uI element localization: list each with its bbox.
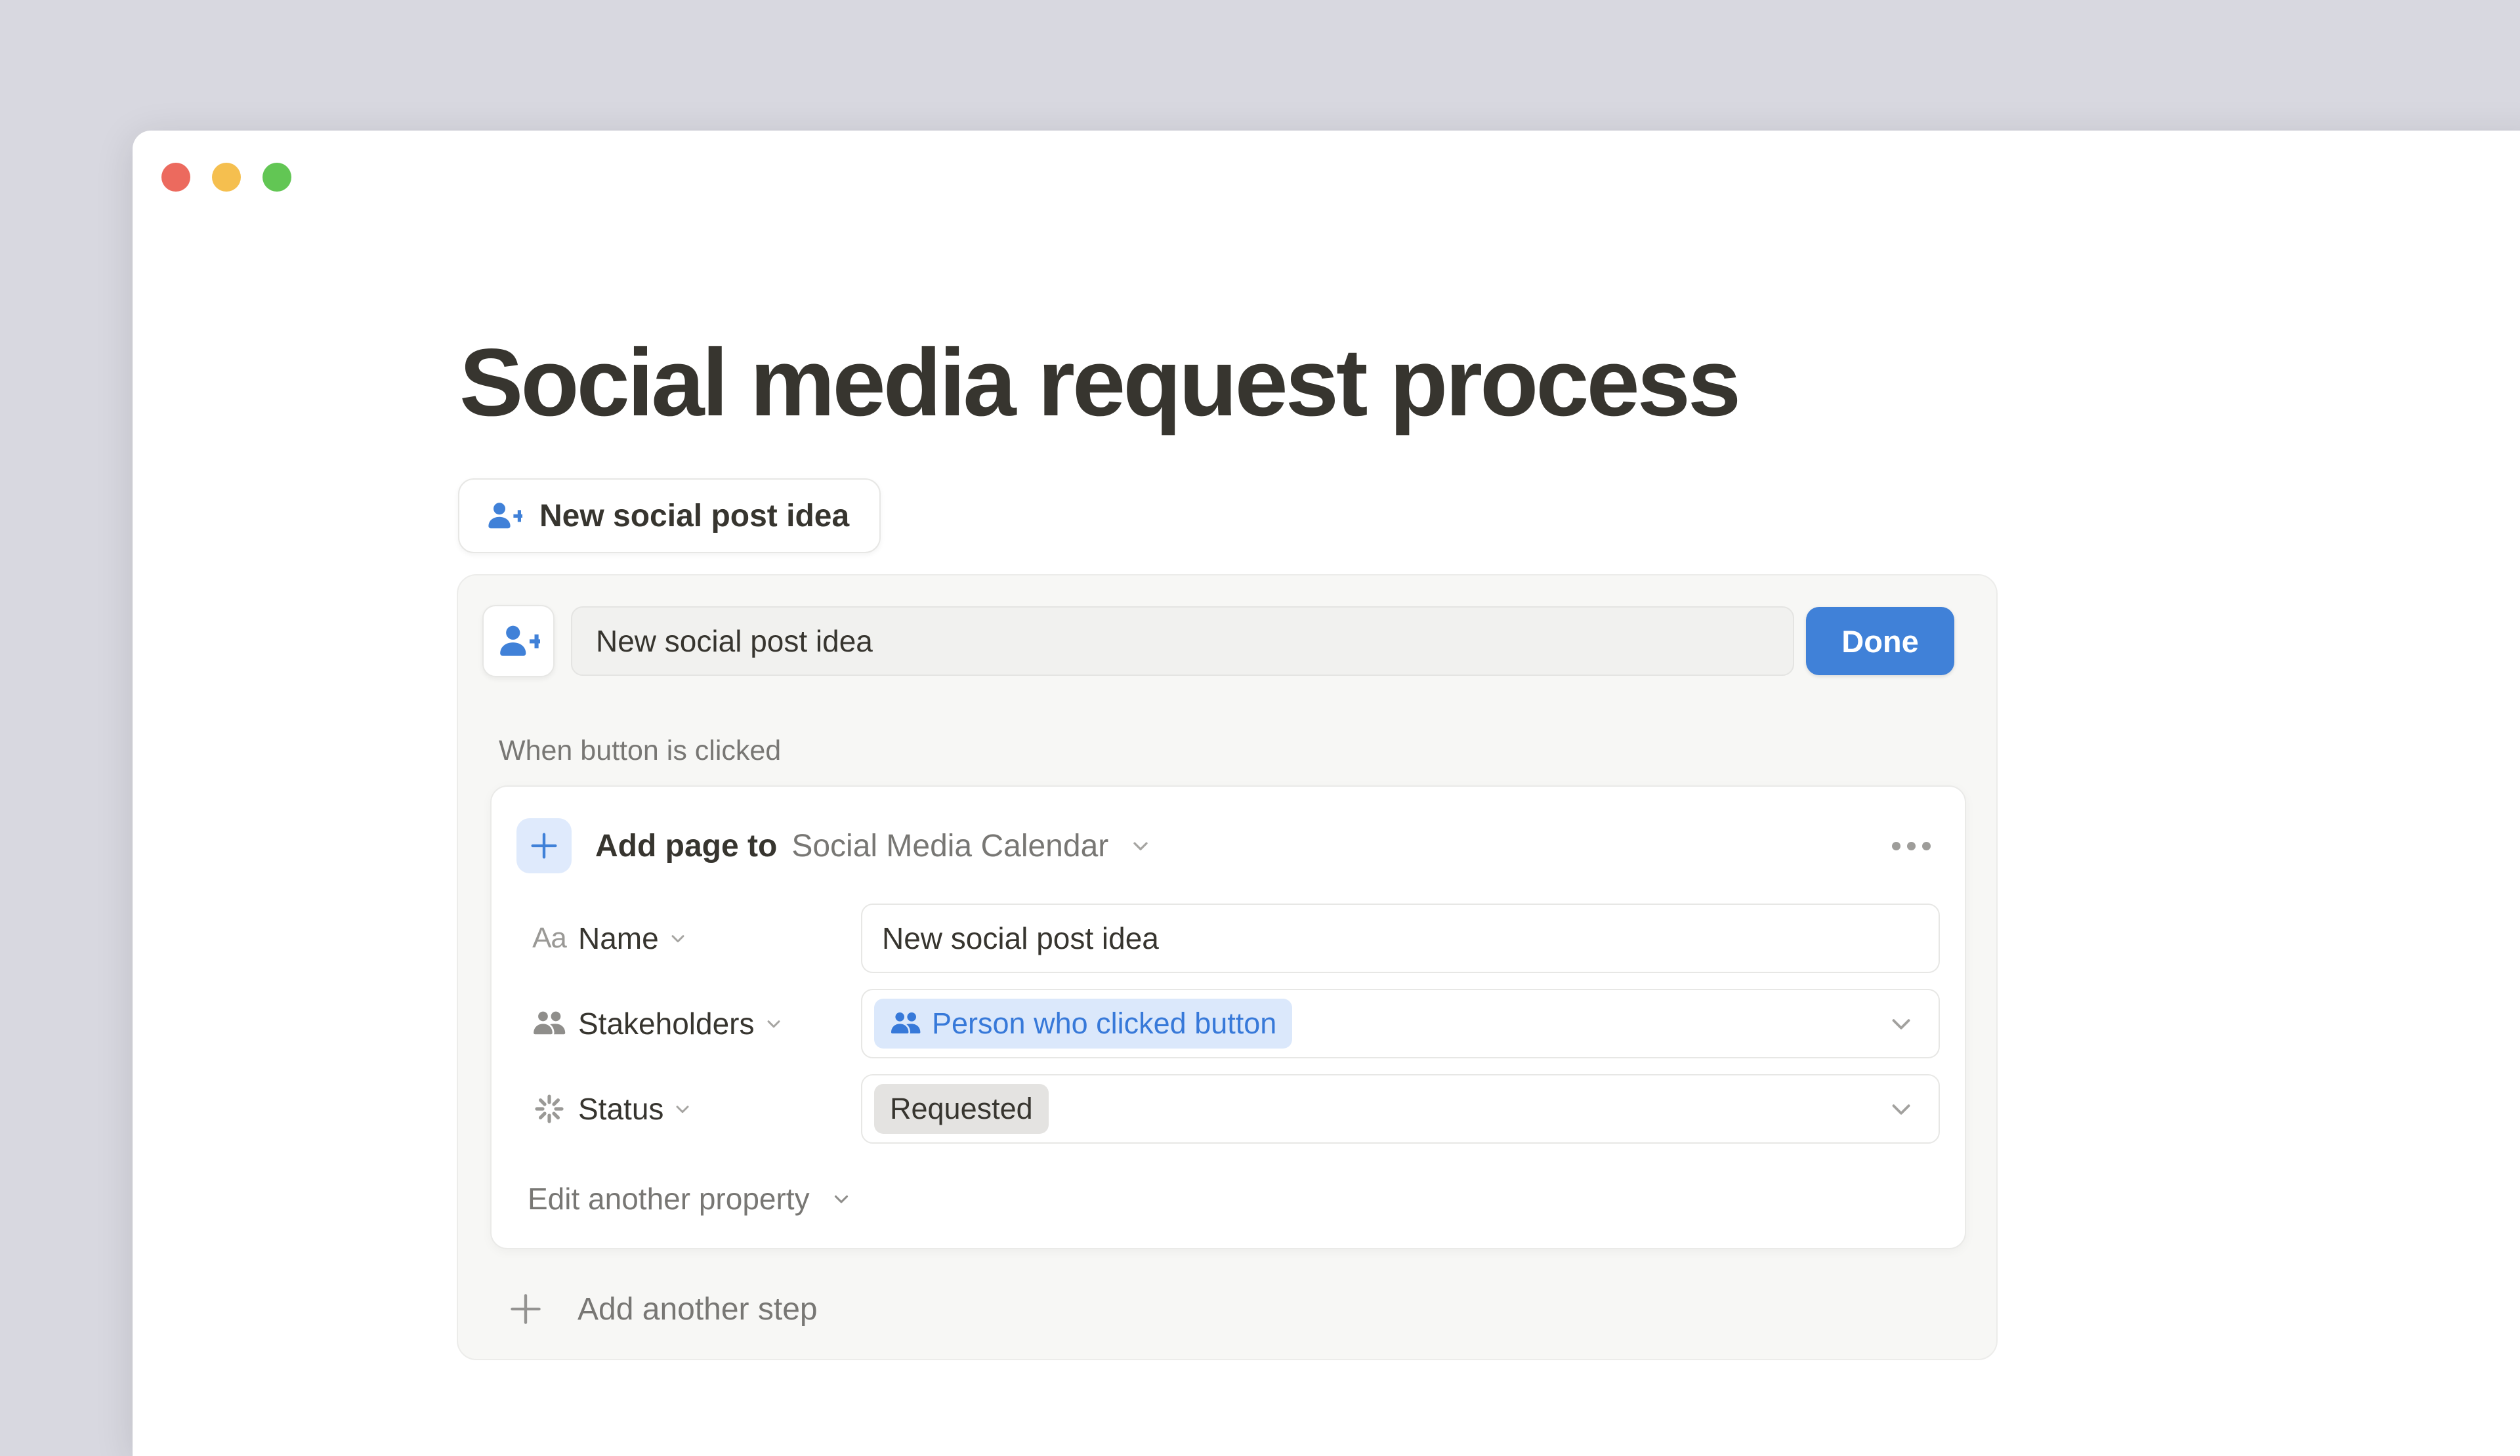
step-header: Add page to Social Media Calendar bbox=[516, 818, 1940, 873]
property-selector-stakeholders[interactable]: Stakeholders bbox=[531, 1006, 861, 1041]
name-value-input[interactable] bbox=[874, 921, 1880, 956]
app-window: Social media request process New social … bbox=[133, 131, 2520, 1456]
close-button[interactable] bbox=[161, 163, 190, 192]
trigger-caption: When button is clicked bbox=[499, 735, 1966, 769]
page-title: Social media request process bbox=[459, 327, 1738, 438]
target-database-label: Social Media Calendar bbox=[791, 828, 1108, 864]
chevron-down-icon bbox=[672, 1098, 693, 1119]
property-selector-status[interactable]: Status bbox=[531, 1091, 861, 1127]
automation-step-card: Add page to Social Media Calendar bbox=[490, 785, 1966, 1249]
button-editor-panel: Done When button is clicked Add page to … bbox=[457, 574, 1998, 1360]
chevron-down-icon bbox=[830, 1188, 852, 1210]
editor-header-row: Done bbox=[482, 605, 1966, 677]
edit-another-property-button[interactable]: Edit another property bbox=[528, 1183, 852, 1215]
stakeholders-value-pill: Person who clicked button bbox=[874, 999, 1292, 1049]
add-another-step-button[interactable]: Add another step bbox=[507, 1287, 818, 1331]
people-icon bbox=[890, 1010, 921, 1037]
target-database-select[interactable]: Social Media Calendar bbox=[791, 828, 1152, 864]
name-value-field[interactable] bbox=[861, 904, 1940, 973]
property-row-status: Status Requested bbox=[531, 1074, 1940, 1144]
chevron-down-icon bbox=[1129, 834, 1152, 858]
step-menu-button[interactable] bbox=[1892, 842, 1931, 850]
step-action-label: Add page to bbox=[595, 828, 777, 864]
person-plus-icon bbox=[486, 499, 522, 532]
status-value-pill: Requested bbox=[874, 1084, 1049, 1134]
window-controls bbox=[161, 163, 291, 192]
chevron-down-icon bbox=[1886, 1009, 1916, 1039]
stakeholders-select[interactable]: Person who clicked button bbox=[861, 989, 1940, 1058]
status-spinner-icon bbox=[531, 1093, 568, 1125]
minimize-button[interactable] bbox=[212, 163, 241, 192]
new-social-post-idea-button[interactable]: New social post idea bbox=[458, 478, 881, 553]
person-plus-icon bbox=[497, 622, 540, 660]
property-row-name: Aa Name bbox=[531, 904, 1940, 973]
chevron-down-icon bbox=[1886, 1094, 1916, 1124]
zoom-button[interactable] bbox=[262, 163, 291, 192]
trigger-button-label: New social post idea bbox=[539, 498, 849, 534]
desktop-background: { "colors": { "desktop_bg": "#d8d8e0", "… bbox=[0, 0, 2520, 1417]
button-name-input[interactable] bbox=[571, 606, 1794, 676]
text-property-icon: Aa bbox=[531, 922, 568, 955]
chevron-down-icon bbox=[763, 1013, 784, 1034]
chevron-down-icon bbox=[667, 928, 688, 949]
add-page-step-icon bbox=[516, 818, 572, 873]
plus-icon bbox=[507, 1290, 545, 1328]
property-selector-name[interactable]: Aa Name bbox=[531, 921, 861, 956]
people-icon bbox=[531, 1009, 568, 1038]
done-button[interactable]: Done bbox=[1806, 607, 1954, 675]
property-rows: Aa Name bbox=[531, 904, 1940, 1144]
button-icon-picker[interactable] bbox=[482, 605, 555, 677]
status-select[interactable]: Requested bbox=[861, 1074, 1940, 1144]
property-row-stakeholders: Stakeholders bbox=[531, 989, 1940, 1058]
